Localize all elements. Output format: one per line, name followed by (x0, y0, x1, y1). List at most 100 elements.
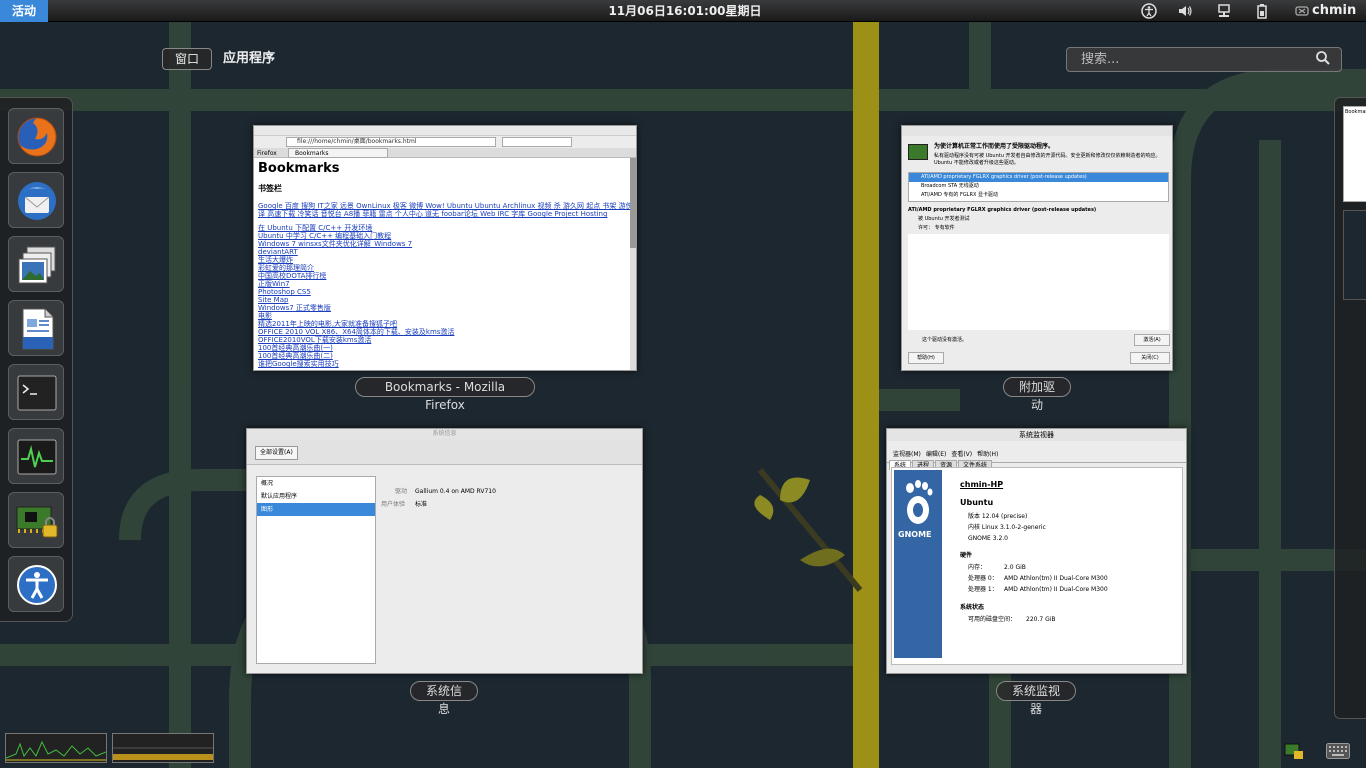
firefox-scrollbar[interactable] (630, 158, 636, 370)
bookmark-link[interactable]: 正版Win7 (258, 280, 632, 288)
url-bar[interactable]: file:///home/chmin/桌面/bookmarks.html (286, 137, 496, 147)
sysinfo-window-caption[interactable]: 系统信息 (410, 681, 478, 716)
driver-detail-tested: 被 Ubuntu 开发者测试 (918, 216, 970, 222)
drivers-titlebar (902, 126, 1172, 136)
workspace-thumb-text: Bookmarks (1345, 109, 1366, 115)
universal-access-icon[interactable] (8, 556, 64, 612)
sysmon-content: GNOME chmin-HP Ubuntu 版本 12.04 (precise)… (891, 467, 1183, 665)
battery-icon[interactable] (1254, 3, 1270, 19)
sysmon-window[interactable]: 系统监视器 监视器(M) 编辑(E) 查看(V) 帮助(H) 系统 进程 资源 文件系统 G… (886, 428, 1187, 674)
workspace-switcher[interactable]: Bookmarks (1334, 97, 1366, 719)
thunderbird-icon[interactable] (8, 172, 64, 228)
experience-value: 标准 (415, 501, 428, 508)
bookmark-links-row[interactable]: Google 百度 搜狗 IT之家 远景 OwnLinux 极客 微博 Wow!… (258, 202, 636, 210)
system-monitor-icon[interactable] (8, 428, 64, 484)
drivers-window[interactable]: 为使计算机正常工作而使用了受限驱动程序。 私有驱动程序没有可被 Ubuntu 开… (901, 125, 1173, 371)
gnome-logo-text: GNOME (898, 530, 932, 539)
sysinfo-sidebar-item[interactable]: 概况 (257, 477, 375, 490)
windows-tab[interactable]: 窗口 (162, 48, 212, 70)
driver-detail-title: ATI/AMD proprietary FGLRX graphics drive… (908, 207, 1097, 213)
system-status-heading: 系统状态 (960, 604, 985, 611)
applications-tab[interactable]: 应用程序 (223, 48, 275, 70)
drivers-window-caption[interactable]: 附加驱动 (1003, 377, 1071, 412)
search-icon (1315, 50, 1331, 68)
terminal-icon[interactable] (8, 364, 64, 420)
drivers-list: ATI/AMD proprietary FGLRX graphics drive… (908, 172, 1169, 202)
bookmark-link[interactable]: Windows 7 winsxs文件夹优化详解_Windows 7 (258, 240, 632, 248)
sysmon-window-caption[interactable]: 系统监视器 (996, 681, 1076, 716)
cpu-graph-icon (5, 740, 107, 761)
firefox-search-box[interactable] (502, 137, 572, 147)
driver-detail-license: 许可： 专有软件 (918, 225, 955, 231)
cpu0-label: 处理器 0： (968, 575, 998, 582)
bookmark-link[interactable]: 100首经典高潮乐曲(二) (258, 352, 632, 360)
memory-graph-icon (113, 747, 213, 760)
driver-list-item[interactable]: Broadcom STA 无线驱动 (909, 182, 1168, 191)
bookmark-link[interactable]: Windows7 正式零售版 (258, 304, 632, 312)
activities-button[interactable]: 活动 (0, 0, 48, 22)
driver-list-item[interactable]: ATI/AMD proprietary FGLRX graphics drive… (909, 173, 1168, 182)
firefox-navbar: file:///home/chmin/桌面/bookmarks.html (254, 136, 636, 148)
memory-label: 内存： (968, 564, 987, 571)
firefox-window-caption[interactable]: Bookmarks - Mozilla Firefox (355, 377, 535, 412)
driver-label: 驱动 (395, 488, 408, 495)
sysinfo-window[interactable]: 系统信息 全部设置(A) 概况 默认应用程序 图形 驱动 Gallium 0.4 o… (246, 428, 643, 674)
bookmark-link[interactable]: Photoshop CS5 (258, 288, 632, 296)
user-menu[interactable]: chmin (1312, 0, 1356, 22)
bookmark-link[interactable]: 精选2011年上映的电影,大家就准备搜狐子吧 (258, 320, 632, 328)
os-version: 版本 12.04 (precise) (968, 513, 1028, 520)
firefox-window[interactable]: file:///home/chmin/桌面/bookmarks.html Fir… (253, 125, 637, 371)
sysinfo-sidebar-item[interactable]: 图形 (257, 503, 375, 516)
user-icon[interactable] (1294, 3, 1310, 19)
bookmark-link[interactable]: OFFICE2010VOL下载安装kms激活 (258, 336, 632, 344)
cpu-graph-thumbnail[interactable] (5, 733, 107, 763)
bookmark-links-row[interactable]: 译 高速下载 冷笑话 音悦台 A8播 菲籍 雷点 个人中心 道无 foobar论… (258, 210, 632, 218)
bookmark-link[interactable]: Site Map (258, 296, 632, 304)
sysmon-titlebar: 系统监视器 (887, 429, 1186, 441)
activate-button[interactable]: 激活(A) (1134, 334, 1170, 346)
workspace-thumbnail[interactable]: Bookmarks (1343, 106, 1366, 202)
writer-icon[interactable] (8, 300, 64, 356)
bookmark-link[interactable]: 彩虹爱的那理简介 (258, 264, 632, 272)
accessibility-icon[interactable] (1141, 3, 1157, 19)
sysinfo-titlebar: 系统信息 (247, 429, 642, 439)
drivers-header: 为使计算机正常工作而使用了受限驱动程序。 (934, 143, 1055, 150)
bookmark-link[interactable]: OFFICE 2010 VOL X86、X64简体本的下载、安装及kms激活 (258, 328, 632, 336)
additional-drivers-icon[interactable] (8, 492, 64, 548)
bookmark-link[interactable]: 在 Ubuntu 下配置 C/C++ 开发环境 (258, 224, 632, 232)
cpu0-value: AMD Athlon(tm) II Dual-Core M300 (1004, 575, 1108, 582)
bookmark-link[interactable]: 100首经典高潮乐曲(一) (258, 344, 632, 352)
search-input[interactable]: 搜索... (1066, 47, 1342, 72)
close-button[interactable]: 关闭(C) (1130, 352, 1170, 364)
help-button[interactable]: 帮助(H) (908, 352, 944, 364)
gnome-logo-panel: GNOME (894, 470, 942, 658)
firefox-icon[interactable] (8, 108, 64, 164)
memory-graph-thumbnail[interactable] (112, 733, 214, 763)
bookmark-link[interactable]: deviantART (258, 248, 632, 256)
sysinfo-sidebar-item[interactable]: 默认应用程序 (257, 490, 375, 503)
bookmark-link[interactable]: 生活大爆炸 (258, 256, 632, 264)
bookmark-link[interactable]: Ubuntu 中学习 C/C++ 编程基础入门教程 (258, 232, 632, 240)
workspace-thumbnail-empty[interactable] (1343, 210, 1366, 300)
cpu1-value: AMD Athlon(tm) II Dual-Core M300 (1004, 586, 1108, 593)
bookmark-list: 在 Ubuntu 下配置 C/C++ 开发环境 Ubuntu 中学习 C/C++ … (258, 224, 632, 368)
bookmark-link[interactable]: 中国高校DOTA排行榜 (258, 272, 632, 280)
image-viewer-icon[interactable] (8, 236, 64, 292)
volume-icon[interactable] (1177, 3, 1193, 19)
sysmon-tabbar: 系统 进程 资源 文件系统 (887, 452, 1186, 470)
kernel-version: 内核 Linux 3.1.0-2-generic (968, 524, 1046, 531)
firefox-menu-button[interactable]: Firefox (257, 149, 277, 158)
bookmark-link[interactable]: 电影 (258, 312, 632, 320)
network-icon[interactable] (1216, 3, 1232, 19)
driver-list-item[interactable]: ATI/AMD 专有的 FGLRX 显卡驱动 (909, 191, 1168, 200)
keyboard-icon[interactable] (1326, 743, 1350, 759)
drivers-notification-icon[interactable] (1284, 741, 1304, 761)
firefox-tab[interactable]: Bookmarks (288, 148, 388, 158)
hostname: chmin-HP (960, 480, 1004, 489)
cpu1-label: 处理器 1： (968, 586, 998, 593)
section-heading: 书签栏 (258, 184, 282, 193)
bookmark-link[interactable]: 谁把Google搜索实用技巧 (258, 360, 632, 368)
driver-chip-icon (908, 144, 928, 160)
clock[interactable]: 11月06日16:01:00星期日 (560, 0, 810, 22)
all-settings-button[interactable]: 全部设置(A) (255, 446, 298, 460)
